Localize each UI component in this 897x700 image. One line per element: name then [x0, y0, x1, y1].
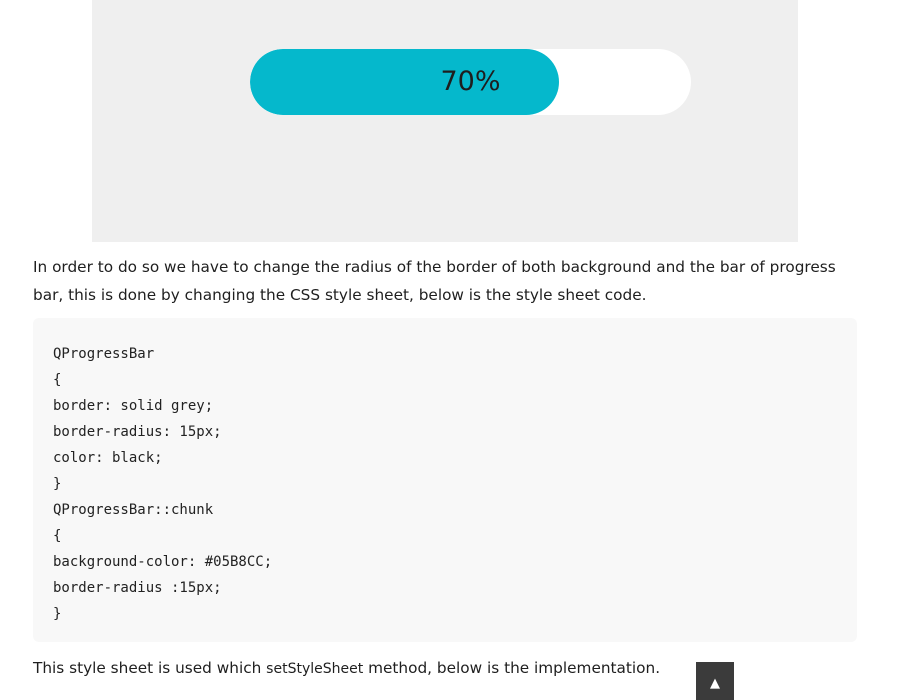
- explanation-paragraph: In order to do so we have to change the …: [33, 258, 836, 304]
- method-name: setStyleSheet: [266, 661, 364, 677]
- code-line: QProgressBar: [53, 346, 155, 362]
- code-line: }: [53, 606, 62, 622]
- code-line: border-radius :15px;: [53, 580, 222, 596]
- code-line: color: black;: [53, 450, 163, 466]
- code-line: {: [53, 528, 62, 544]
- implementation-text-end: method, below is the implementation.: [363, 659, 661, 677]
- code-line: }: [53, 476, 62, 492]
- code-line: border: solid grey;: [53, 398, 214, 414]
- up-arrow-icon: ▲: [710, 676, 720, 691]
- code-line: background-color: #05B8CC;: [53, 554, 273, 570]
- scroll-to-top-button[interactable]: ▲: [696, 662, 734, 700]
- code-line: border-radius: 15px;: [53, 424, 222, 440]
- article-page: 70% In order to do so we have to change …: [0, 0, 897, 700]
- implementation-text-start: This style sheet is used which: [33, 659, 267, 677]
- code-block: QProgressBar { border: solid grey; borde…: [33, 318, 857, 642]
- progress-bar-track: 70%: [250, 49, 691, 115]
- implementation-paragraph: This style sheet is used which setStyleS…: [33, 654, 863, 683]
- code-line: QProgressBar::chunk: [53, 502, 214, 518]
- progress-bar-demo-image: 70%: [92, 0, 798, 242]
- code-line: {: [53, 372, 62, 388]
- progress-bar-label: 70%: [440, 66, 501, 97]
